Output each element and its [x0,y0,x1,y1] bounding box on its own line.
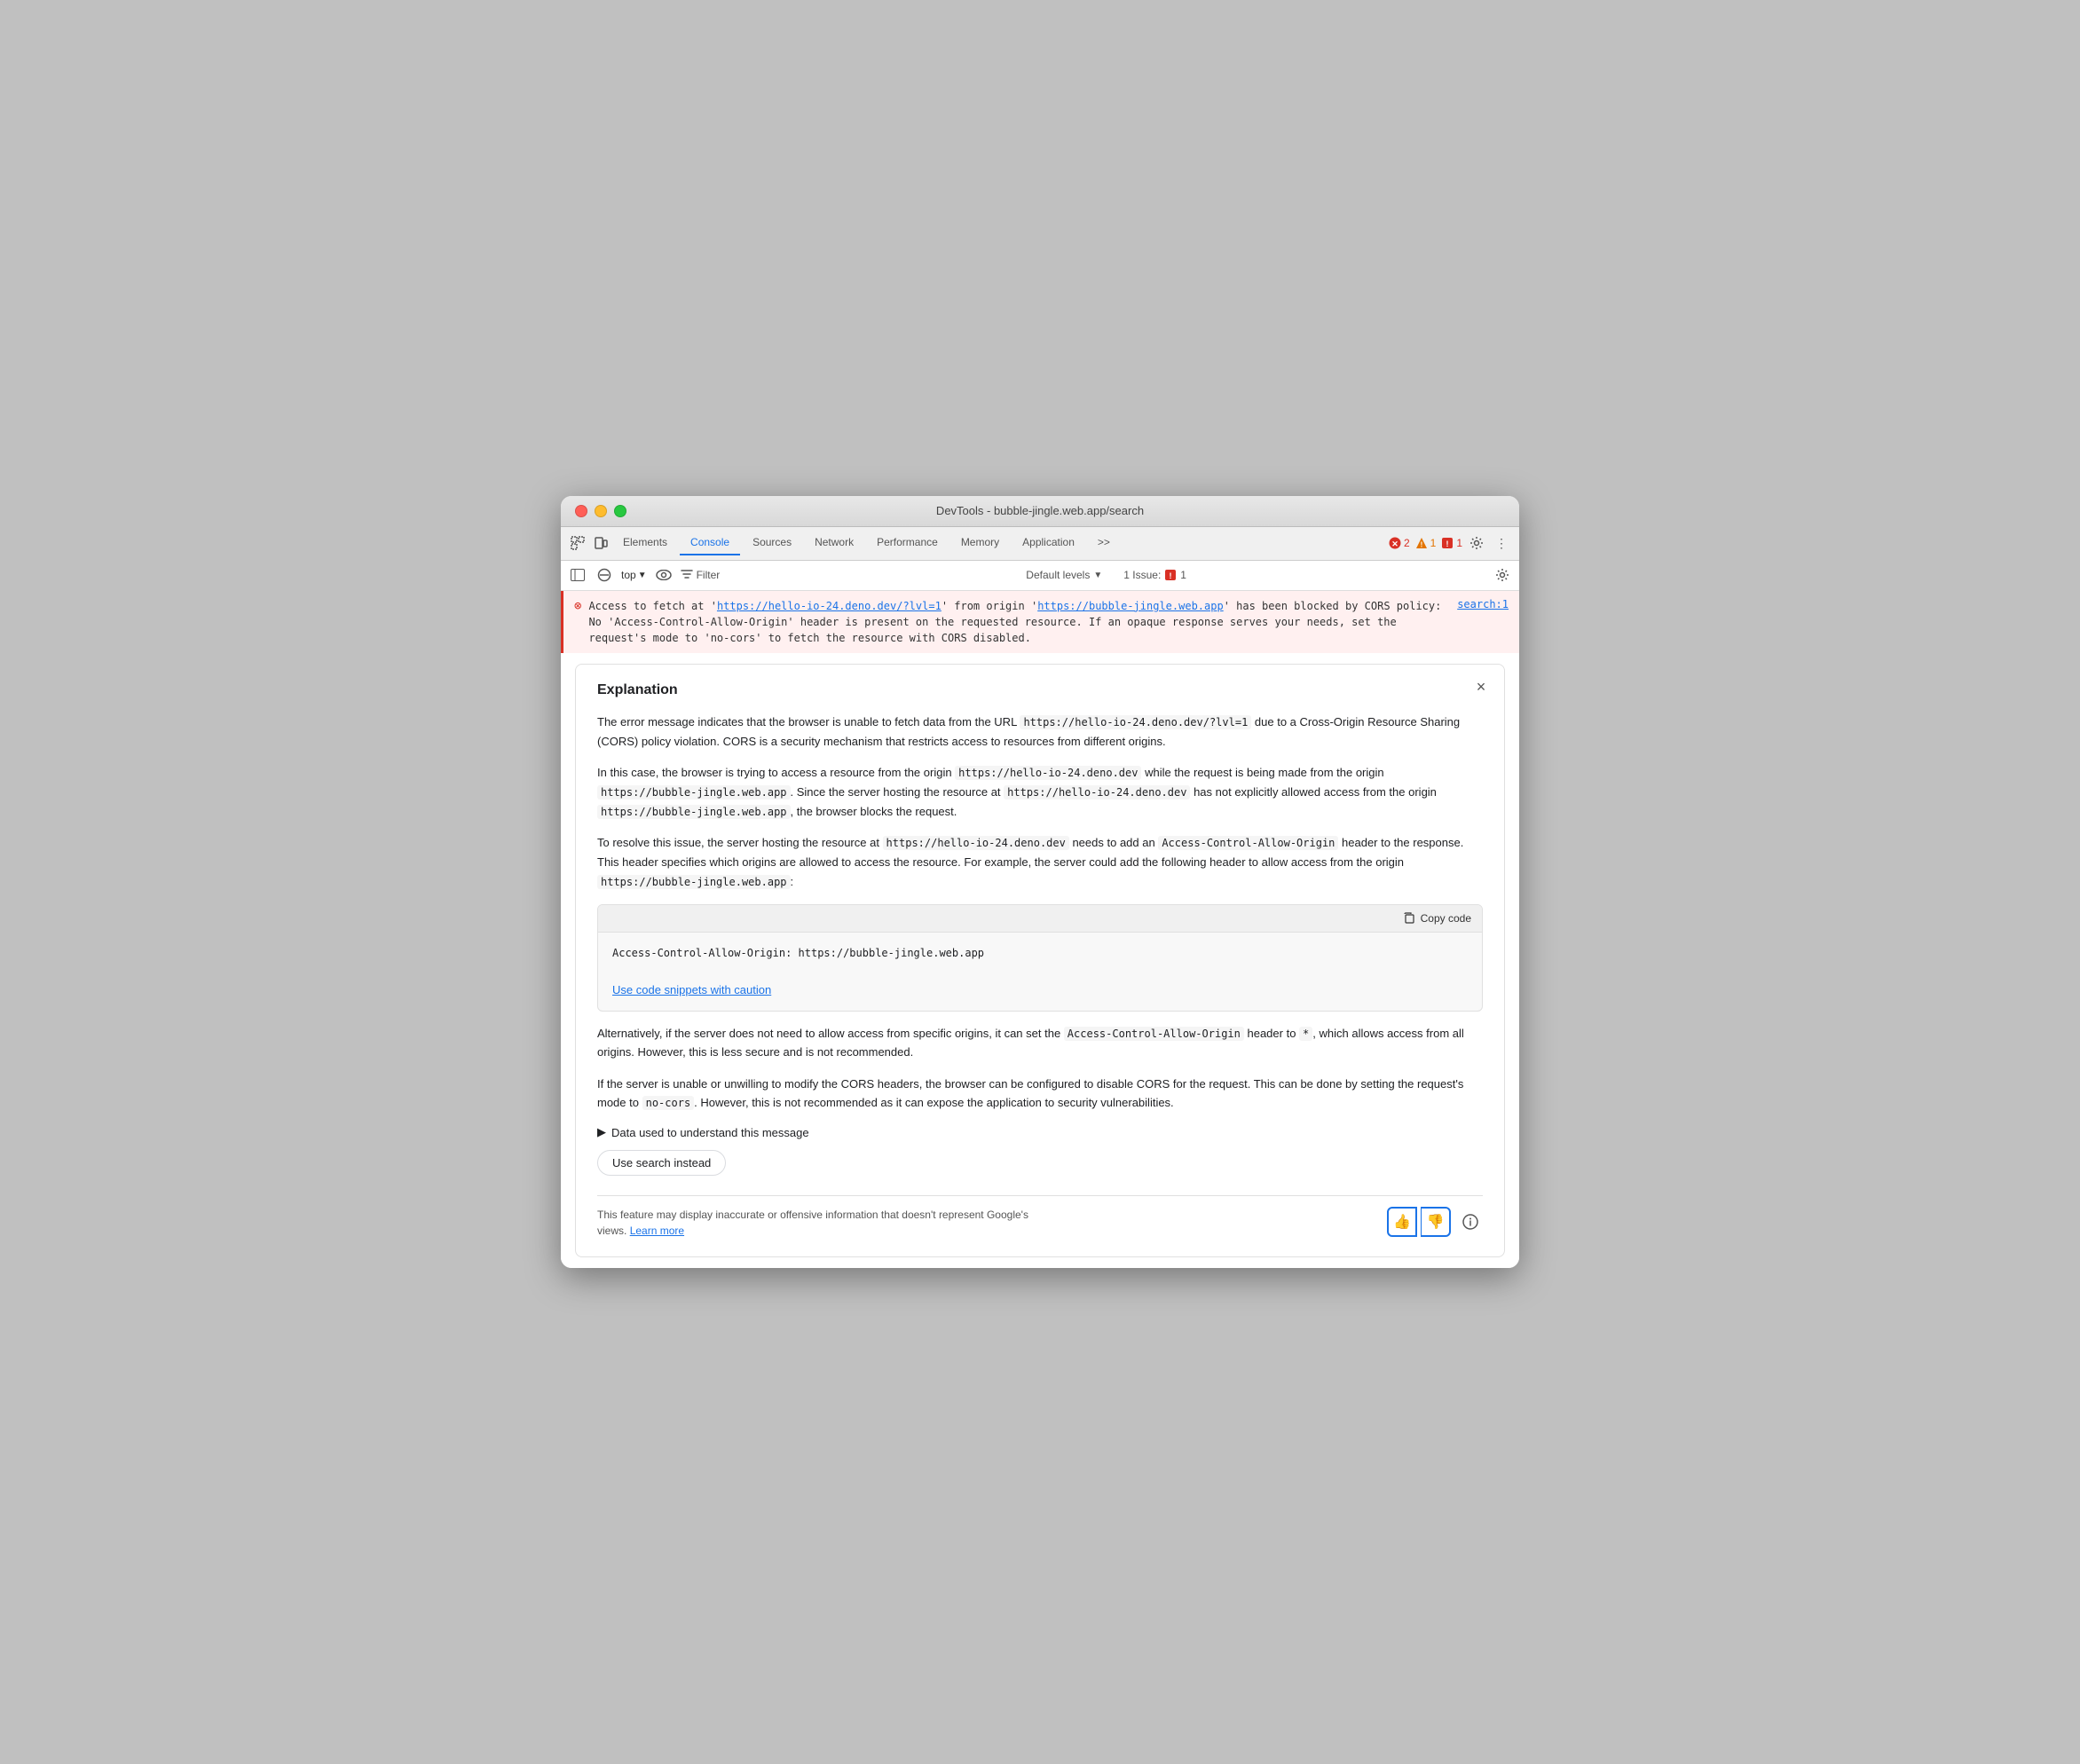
disclaimer-text: This feature may display inaccurate or o… [597,1207,1041,1239]
error-circle-icon: ⊗ [574,599,581,646]
code-block-header: Copy code [598,905,1482,933]
error-source-link[interactable]: search:1 [1457,598,1509,646]
close-window-button[interactable] [575,505,587,517]
explanation-paragraph-4: Alternatively, if the server does not ne… [597,1024,1483,1062]
window-title: DevTools - bubble-jingle.web.app/search [936,504,1144,517]
minimize-window-button[interactable] [595,505,607,517]
tab-more[interactable]: >> [1087,531,1121,555]
console-settings-icon[interactable] [1493,565,1512,585]
console-content: ⊗ Access to fetch at 'https://hello-io-2… [561,591,1519,1268]
explanation-paragraph-1: The error message indicates that the bro… [597,713,1483,751]
disclaimer-area: This feature may display inaccurate or o… [597,1195,1483,1239]
code-block: Copy code Access-Control-Allow-Origin: h… [597,904,1483,1012]
console-toolbar: top ▼ Filter Default levels ▼ 1 Issue: ! [561,561,1519,591]
thumbs-down-icon: 👎 [1427,1213,1445,1231]
feedback-actions: 👍 👎 [1387,1207,1483,1237]
maximize-window-button[interactable] [614,505,626,517]
learn-more-link[interactable]: Learn more [630,1225,684,1237]
svg-text:✕: ✕ [1391,539,1398,548]
toolbar-icons: ✕ 2 ! 1 ! 1 [1389,532,1512,554]
tab-application[interactable]: Application [1012,531,1085,555]
traffic-lights [575,505,626,517]
explanation-paragraph-3: To resolve this issue, the server hostin… [597,833,1483,891]
tab-network[interactable]: Network [804,531,864,555]
tab-sources[interactable]: Sources [742,531,802,555]
code-snippet: Access-Control-Allow-Origin: https://bub… [598,933,1482,974]
data-used-toggle[interactable]: ▶ Data used to understand this message [597,1125,1483,1139]
settings-icon[interactable] [1466,532,1487,554]
more-options-icon[interactable]: ⋮ [1491,532,1512,554]
svg-text:!: ! [1420,541,1422,549]
explanation-paragraph-5: If the server is unable or unwilling to … [597,1075,1483,1113]
explanation-panel: Explanation × The error message indicate… [575,664,1505,1257]
info-icon[interactable] [1458,1209,1483,1234]
eye-icon[interactable] [654,565,674,585]
explanation-title: Explanation [597,682,1483,698]
thumbs-up-button[interactable]: 👍 [1387,1207,1417,1237]
title-bar: DevTools - bubble-jingle.web.app/search [561,496,1519,527]
error-url-link1[interactable]: https://hello-io-24.deno.dev/?lvl=1 [717,600,942,612]
tab-memory[interactable]: Memory [950,531,1010,555]
svg-text:!: ! [1170,571,1172,580]
inspector-icon[interactable] [568,533,587,553]
tab-performance[interactable]: Performance [866,531,949,555]
close-explanation-button[interactable]: × [1470,677,1492,698]
sidebar-toggle-icon[interactable] [568,565,587,585]
devtools-window: DevTools - bubble-jingle.web.app/search … [561,496,1519,1268]
thumbs-down-button[interactable]: 👎 [1421,1207,1451,1237]
main-toolbar: Elements Console Sources Network Perform… [561,527,1519,561]
tab-elements[interactable]: Elements [612,531,678,555]
explanation-paragraph-2: In this case, the browser is trying to a… [597,763,1483,821]
error-badge[interactable]: ✕ 2 [1389,537,1410,549]
error-url-link2[interactable]: https://bubble-jingle.web.app [1037,600,1224,612]
tab-console[interactable]: Console [680,531,740,555]
info-badge[interactable]: ! 1 [1441,537,1462,549]
badge-group: ✕ 2 ! 1 ! 1 [1389,537,1462,549]
caution-link[interactable]: Use code snippets with caution [612,983,771,996]
device-mode-icon[interactable] [591,533,611,553]
error-text: Access to fetch at 'https://hello-io-24.… [588,598,1450,646]
error-message-row: ⊗ Access to fetch at 'https://hello-io-2… [561,591,1519,653]
context-selector[interactable]: top ▼ [621,569,647,581]
issue-badge[interactable]: 1 Issue: ! 1 [1123,569,1186,581]
use-search-instead-button[interactable]: Use search instead [597,1150,726,1176]
log-levels-selector[interactable]: Default levels ▼ [1026,569,1102,581]
filter-area[interactable]: Filter [681,569,721,581]
copy-code-button[interactable]: Copy code [1403,912,1471,925]
clear-console-icon[interactable] [595,565,614,585]
warning-badge[interactable]: ! 1 [1415,537,1437,549]
thumbs-up-icon: 👍 [1393,1213,1411,1231]
svg-text:!: ! [1446,539,1449,548]
